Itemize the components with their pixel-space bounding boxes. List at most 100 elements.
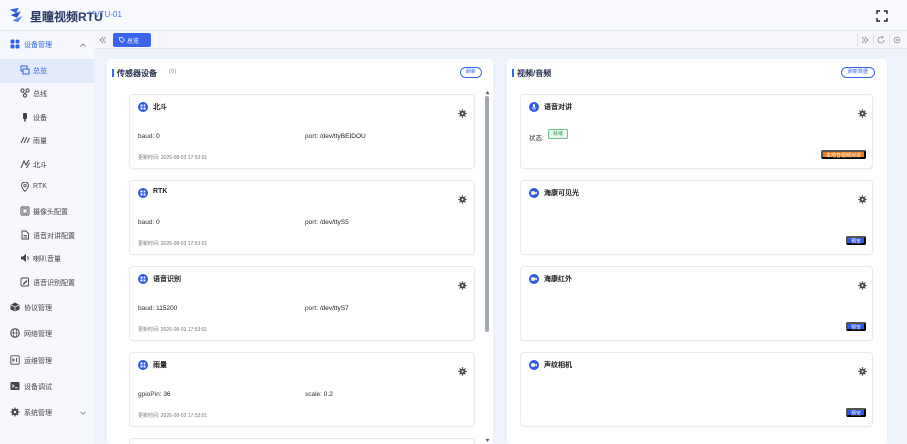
gear-icon[interactable] xyxy=(858,195,867,204)
update-time: 更新时间: 2026-08-03 17:53:01 xyxy=(138,412,207,419)
globe-icon xyxy=(10,328,20,338)
tab-label: 总览 xyxy=(127,39,140,45)
update-value: 2026-08-03 17:53:01 xyxy=(160,241,208,247)
gear-icon xyxy=(10,407,20,417)
microphone-icon xyxy=(529,102,539,112)
card-title: 海康红外 xyxy=(544,276,572,283)
gear-icon[interactable] xyxy=(858,109,867,118)
device-icon xyxy=(23,113,27,122)
media-card-acoustic-camera: 声纹相机 预览 xyxy=(520,352,873,427)
card-title: 语音对讲 xyxy=(544,104,572,111)
media-card-hik-visible: 海康可见光 预览 xyxy=(520,180,873,255)
sidebar: 设备管理 总览 总线 设备 雨量 北斗 RTK 摄像头配置 语音对讲配置 喇叭音… xyxy=(0,31,94,444)
video-camera-icon xyxy=(529,360,539,370)
field-key: port: xyxy=(305,133,319,140)
sensor-scrollbar[interactable] xyxy=(485,90,490,444)
sensor-count: (6) xyxy=(169,69,177,75)
scroll-thumb[interactable] xyxy=(485,96,489,332)
sidebar-item-intercom-config[interactable]: 语音对讲配置 xyxy=(0,224,94,248)
fullscreen-icon[interactable] xyxy=(876,10,888,22)
sidebar-group-system-management[interactable]: 系统管理 xyxy=(0,401,94,425)
sidebar-item-overview[interactable]: 总览 xyxy=(0,59,94,83)
card-field: baud: 0 xyxy=(138,133,160,140)
refresh-data-button[interactable]: 刷新数据 xyxy=(841,67,875,78)
sidebar-group-label: 设备调试 xyxy=(24,384,52,391)
sidebar-group-label: 运维管理 xyxy=(24,358,52,365)
card-field: port: /dev/ttyS7 xyxy=(305,305,349,312)
field-key: gpioPin: xyxy=(138,391,162,398)
sidebar-item-beidou[interactable]: 北斗 xyxy=(0,153,94,177)
tab-overview[interactable]: 总览 xyxy=(113,33,151,47)
card-title: RTK xyxy=(153,188,168,195)
field-key: baud: xyxy=(138,133,155,140)
update-time: 更新时间: 2026-08-03 17:53:01 xyxy=(138,240,207,247)
sidebar-group-label: 系统管理 xyxy=(24,410,52,417)
sidebar-item-speaker-volume[interactable]: 喇叭音量 xyxy=(0,247,94,271)
device-model: YVTU-01 xyxy=(89,10,122,19)
tag-icon xyxy=(119,37,125,43)
sidebar-group-device-management[interactable]: 设备管理 xyxy=(0,33,94,57)
sidebar-item-camera-config[interactable]: 摄像头配置 xyxy=(0,200,94,224)
gear-icon[interactable] xyxy=(458,195,467,204)
gear-icon[interactable] xyxy=(458,281,467,290)
preview-button[interactable]: 预览 xyxy=(845,408,866,417)
card-title: 语音识别 xyxy=(153,276,181,283)
sidebar-item-label: 语音识别配置 xyxy=(33,280,75,287)
sidebar-item-label: 喇叭音量 xyxy=(33,256,61,263)
sensor-card-rtk: RTK baud: 0 port: /dev/ttyS5 更新时间: 2026-… xyxy=(129,180,475,255)
field-value: 115200 xyxy=(156,305,178,312)
panel-title: 传感器设备 xyxy=(112,69,157,78)
sidebar-item-label: RTK xyxy=(33,183,47,190)
voice-recognition-config-icon xyxy=(20,277,29,287)
scroll-up-icon[interactable] xyxy=(485,90,490,95)
sidebar-group-device-debugging[interactable]: 设备调试 xyxy=(0,375,94,399)
field-value: /dev/ttyS5 xyxy=(319,219,349,226)
refresh-icon[interactable] xyxy=(876,35,886,45)
sidebar-item-label: 总览 xyxy=(33,68,47,75)
sidebar-item-voice-recognition-config[interactable]: 语音识别配置 xyxy=(0,271,94,295)
device-grid-icon xyxy=(138,360,148,370)
preview-button[interactable]: 预览 xyxy=(845,236,866,245)
chevron-up-icon xyxy=(80,43,86,47)
preview-button[interactable]: 预览 xyxy=(845,322,866,331)
gear-icon[interactable] xyxy=(458,367,467,376)
tab-divider xyxy=(873,34,874,46)
sensor-card-voice-recognition: 语音识别 baud: 115200 port: /dev/ttyS7 更新时间:… xyxy=(129,266,475,341)
sidebar-group-operations-management[interactable]: 运维管理 xyxy=(0,349,94,373)
sidebar-group-network-management[interactable]: 网络管理 xyxy=(0,322,94,346)
field-value: 0 xyxy=(156,219,160,226)
refresh-button[interactable]: 刷新 xyxy=(460,67,482,78)
top-bar: 星瞳视频RTU YVTU-01 xyxy=(0,0,907,31)
sidebar-item-rain[interactable]: 雨量 xyxy=(0,129,94,153)
gear-icon[interactable] xyxy=(458,109,467,118)
sidebar-item-device[interactable]: 设备 xyxy=(0,106,94,130)
sensor-devices-panel: 传感器设备 (6) 刷新 北斗 baud: 0 port: /dev/ttyBE… xyxy=(107,59,493,444)
logo-icon xyxy=(9,7,23,23)
double-chevron-right-icon[interactable] xyxy=(860,35,870,45)
gear-icon[interactable] xyxy=(858,367,867,376)
scroll-down-icon[interactable] xyxy=(485,438,490,443)
status-label: 状态: xyxy=(529,135,544,142)
double-chevron-left-icon[interactable] xyxy=(98,35,108,45)
sidebar-group-protocol-management[interactable]: 协议管理 xyxy=(0,296,94,320)
terminal-icon xyxy=(10,382,20,390)
card-title: 北斗 xyxy=(153,104,167,111)
sidebar-group-label: 设备管理 xyxy=(24,42,52,49)
settings-icon[interactable] xyxy=(892,35,902,45)
sidebar-item-rtk[interactable]: RTK xyxy=(0,176,94,200)
update-prefix: 更新时间: xyxy=(138,155,160,161)
card-title: 海康可见光 xyxy=(544,190,579,197)
gear-icon[interactable] xyxy=(858,281,867,290)
location-pin-icon xyxy=(21,182,29,192)
sidebar-item-bus[interactable]: 总线 xyxy=(0,82,94,106)
sidebar-group-label: 协议管理 xyxy=(24,305,52,312)
tab-divider xyxy=(857,34,858,46)
chevron-down-icon xyxy=(80,411,86,415)
local-av-intercom-button[interactable]: 本地音视频对讲 xyxy=(820,150,866,159)
sidebar-item-label: 设备 xyxy=(33,115,47,122)
sidebar-item-label: 语音对讲配置 xyxy=(33,233,75,240)
field-value: 0.2 xyxy=(323,391,333,398)
field-key: baud: xyxy=(138,219,155,226)
sensor-card-beidou: 北斗 baud: 0 port: /dev/ttyBEIDOU 更新时间: 20… xyxy=(129,94,475,169)
device-grid-icon xyxy=(138,188,148,198)
